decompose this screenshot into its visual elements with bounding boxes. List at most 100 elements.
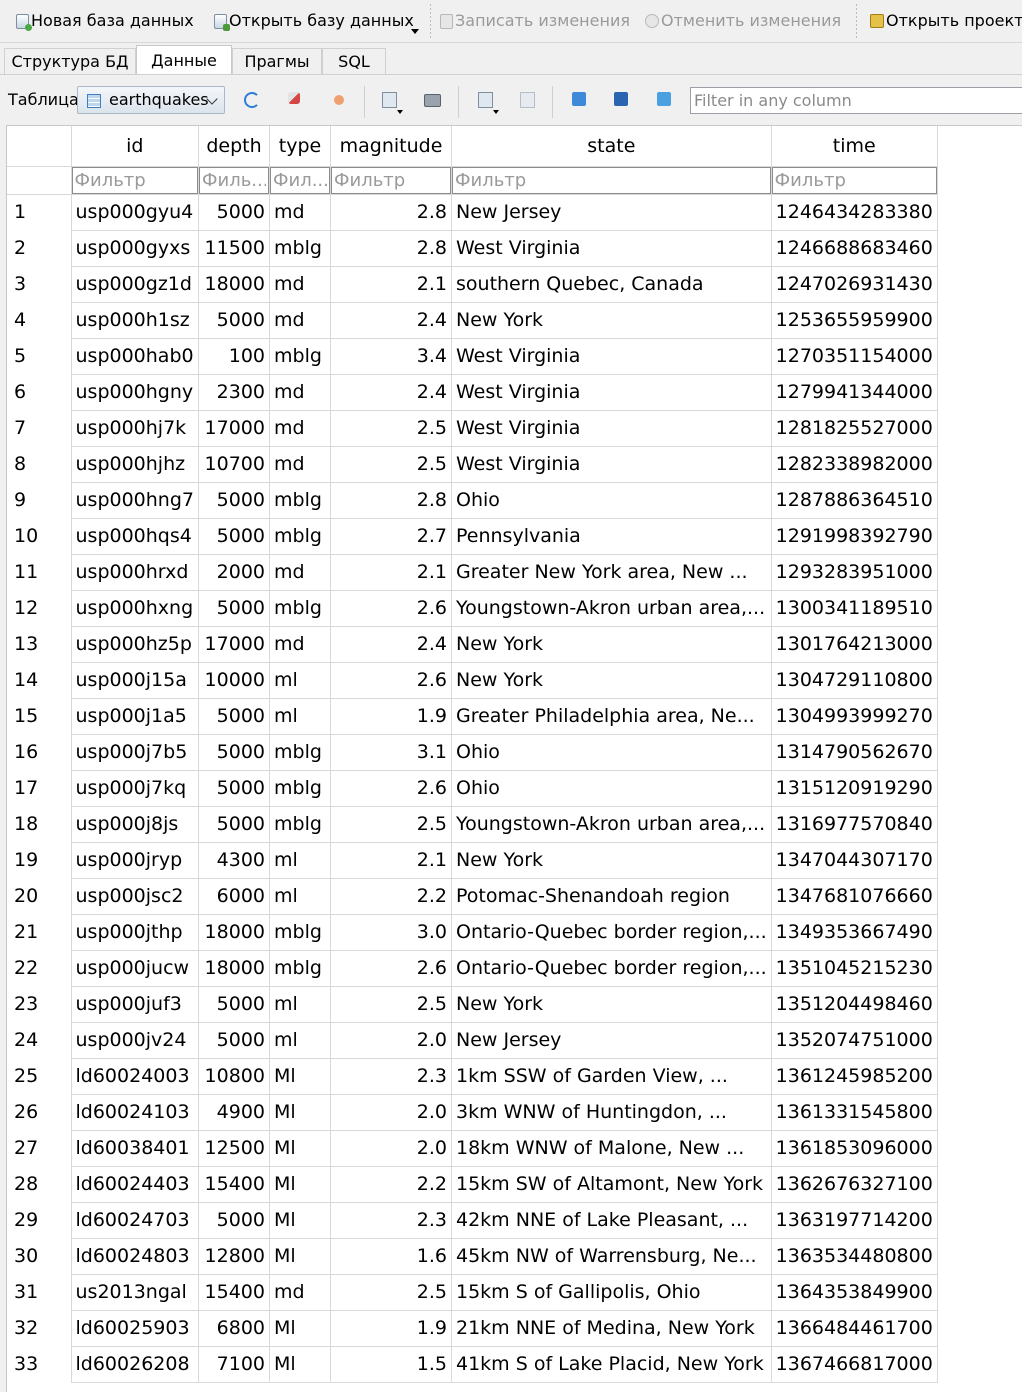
- cell-type[interactable]: mblg: [269, 950, 331, 987]
- table-row[interactable]: 31 us2013ngal 15400 md 2.5 15km S of Gallipol…: [7, 1274, 938, 1311]
- cell-id[interactable]: ld60024003: [71, 1058, 199, 1095]
- cell-type[interactable]: md: [269, 1274, 331, 1311]
- cell-id[interactable]: usp000hqs4: [71, 518, 199, 555]
- cell-id[interactable]: usp000hj7k: [71, 410, 199, 447]
- filter-input-type[interactable]: [270, 166, 330, 193]
- cell-id[interactable]: usp000h1sz: [71, 302, 199, 339]
- cell-state[interactable]: Potomac-Shenandoah region: [451, 878, 772, 915]
- cell-type[interactable]: md: [269, 410, 331, 447]
- cell-depth[interactable]: 17000: [198, 626, 270, 663]
- cell-type[interactable]: ml: [269, 842, 331, 879]
- cell-time[interactable]: 1351204498460: [771, 986, 938, 1023]
- cell-type[interactable]: mblg: [269, 338, 331, 375]
- go-to-icon[interactable]: [657, 92, 671, 106]
- cell-type[interactable]: mblg: [269, 482, 331, 519]
- cell-time[interactable]: 1361331545800: [771, 1094, 938, 1131]
- cell-id[interactable]: usp000jthp: [71, 914, 199, 951]
- filter-input-magnitude[interactable]: [331, 166, 451, 193]
- cell-depth[interactable]: 10800: [198, 1058, 270, 1095]
- write-changes-button[interactable]: Записать изменения: [440, 8, 630, 34]
- cell-depth[interactable]: 5000: [198, 986, 270, 1023]
- cell-magnitude[interactable]: 2.3: [330, 1202, 452, 1239]
- cell-depth[interactable]: 15400: [198, 1166, 270, 1203]
- cell-type[interactable]: Ml: [269, 1346, 331, 1383]
- cell-depth[interactable]: 100: [198, 338, 270, 375]
- cell-type[interactable]: ml: [269, 698, 331, 735]
- cell-state[interactable]: 18km WNW of Malone, New ...: [451, 1130, 772, 1167]
- cell-depth[interactable]: 5000: [198, 194, 270, 231]
- cell-depth[interactable]: 6800: [198, 1310, 270, 1347]
- cell-time[interactable]: 1300341189510: [771, 590, 938, 627]
- save-filter-icon[interactable]: [334, 95, 344, 105]
- cell-magnitude[interactable]: 2.8: [330, 482, 452, 519]
- cell-type[interactable]: md: [269, 266, 331, 303]
- row-number[interactable]: 3: [7, 266, 72, 302]
- cell-time[interactable]: 1366484461700: [771, 1310, 938, 1347]
- cell-time[interactable]: 1287886364510: [771, 482, 938, 519]
- row-number[interactable]: 13: [7, 626, 72, 662]
- cell-magnitude[interactable]: 2.1: [330, 842, 452, 879]
- row-number[interactable]: 11: [7, 554, 72, 590]
- table-select[interactable]: earthquakes: [77, 86, 225, 114]
- cell-id[interactable]: usp000hab0: [71, 338, 199, 375]
- column-header-depth[interactable]: depth: [198, 126, 270, 167]
- row-number[interactable]: 29: [7, 1202, 72, 1238]
- open-database-dropdown-icon[interactable]: [411, 29, 419, 34]
- tab-structure[interactable]: Структура БД: [4, 48, 136, 74]
- copy-create-dropdown-icon[interactable]: [397, 110, 403, 114]
- cell-time[interactable]: 1282338982000: [771, 446, 938, 483]
- cell-time[interactable]: 1367466817000: [771, 1346, 938, 1383]
- row-number[interactable]: 32: [7, 1310, 72, 1346]
- table-row[interactable]: 12 usp000hxng 5000 mblg 2.6 Youngstown-Akron …: [7, 590, 938, 627]
- cell-magnitude[interactable]: 2.1: [330, 554, 452, 591]
- cell-id[interactable]: usp000jucw: [71, 950, 199, 987]
- row-number[interactable]: 12: [7, 590, 72, 626]
- row-number[interactable]: 7: [7, 410, 72, 446]
- cell-magnitude[interactable]: 2.0: [330, 1094, 452, 1131]
- table-row[interactable]: 19 usp000jryp 4300 ml 2.1 New York 13470443071…: [7, 842, 938, 879]
- cell-depth[interactable]: 2300: [198, 374, 270, 411]
- cell-type[interactable]: mblg: [269, 230, 331, 267]
- row-number[interactable]: 2: [7, 230, 72, 266]
- cell-type[interactable]: mblg: [269, 914, 331, 951]
- filter-input-time[interactable]: [771, 166, 937, 193]
- cell-state[interactable]: 41km S of Lake Placid, New York: [451, 1346, 772, 1383]
- row-number[interactable]: 27: [7, 1130, 72, 1166]
- cell-time[interactable]: 1247026931430: [771, 266, 938, 303]
- cell-time[interactable]: 1315120919290: [771, 770, 938, 807]
- cell-id[interactable]: usp000j7kq: [71, 770, 199, 807]
- row-number[interactable]: 1: [7, 194, 72, 230]
- table-row[interactable]: 28 ld60024403 15400 Ml 2.2 15km SW of Altamon…: [7, 1166, 938, 1203]
- cell-state[interactable]: New York: [451, 842, 772, 879]
- cell-type[interactable]: mblg: [269, 518, 331, 555]
- cell-id[interactable]: usp000jv24: [71, 1022, 199, 1059]
- cell-magnitude[interactable]: 2.7: [330, 518, 452, 555]
- cell-id[interactable]: ld60038401: [71, 1130, 199, 1167]
- cell-type[interactable]: mblg: [269, 734, 331, 771]
- tab-data[interactable]: Данные: [136, 45, 232, 75]
- cell-state[interactable]: West Virginia: [451, 230, 772, 267]
- cell-id[interactable]: usp000jryp: [71, 842, 199, 879]
- cell-depth[interactable]: 5000: [198, 482, 270, 519]
- filter-any-column-input[interactable]: [690, 87, 1022, 114]
- cell-state[interactable]: Ontario-Quebec border region,...: [451, 950, 772, 987]
- cell-depth[interactable]: 4900: [198, 1094, 270, 1131]
- cell-time[interactable]: 1351045215230: [771, 950, 938, 987]
- cell-state[interactable]: 1km SSW of Garden View, ...: [451, 1058, 772, 1095]
- cell-time[interactable]: 1347044307170: [771, 842, 938, 879]
- row-number[interactable]: 5: [7, 338, 72, 374]
- cell-type[interactable]: md: [269, 302, 331, 339]
- table-row[interactable]: 8 usp000hjhz 10700 md 2.5 West Virginia 128233…: [7, 446, 938, 483]
- cell-time[interactable]: 1316977570840: [771, 806, 938, 843]
- cell-time[interactable]: 1362676327100: [771, 1166, 938, 1203]
- cell-magnitude[interactable]: 2.8: [330, 194, 452, 231]
- cell-time[interactable]: 1304729110800: [771, 662, 938, 699]
- cell-id[interactable]: usp000hxng: [71, 590, 199, 627]
- cell-type[interactable]: Ml: [269, 1310, 331, 1347]
- cell-magnitude[interactable]: 2.6: [330, 590, 452, 627]
- cell-magnitude[interactable]: 3.0: [330, 914, 452, 951]
- cell-magnitude[interactable]: 1.6: [330, 1238, 452, 1275]
- row-number[interactable]: 20: [7, 878, 72, 914]
- open-project-button[interactable]: Открыть проект: [870, 8, 1022, 34]
- cell-state[interactable]: 45km NW of Warrensburg, Ne...: [451, 1238, 772, 1275]
